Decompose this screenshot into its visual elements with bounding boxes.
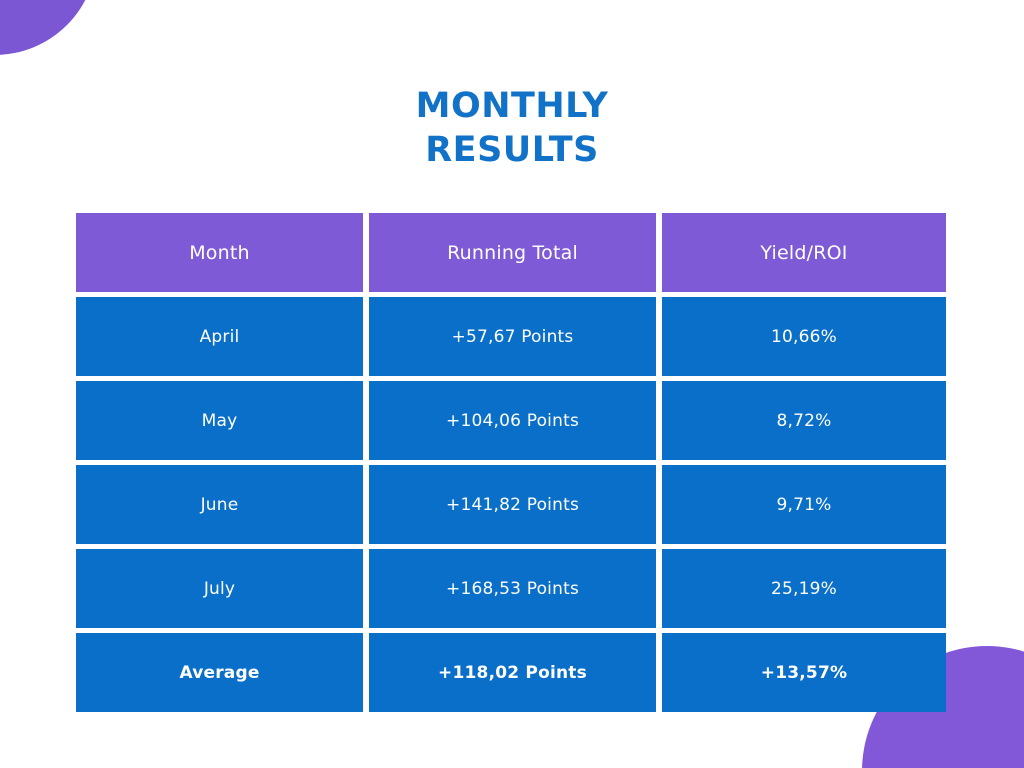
cell-yield-average: +13,57% — [662, 633, 946, 712]
cell-running-total-average: +118,02 Points — [369, 633, 656, 712]
title-line-2: RESULTS — [425, 130, 599, 170]
cell-running-total: +168,53 Points — [369, 549, 656, 628]
cell-yield: 10,66% — [662, 297, 946, 376]
title-line-1: MONTHLY — [415, 86, 609, 126]
column-header-yield-roi: Yield/ROI — [662, 213, 946, 292]
cell-yield: 9,71% — [662, 465, 946, 544]
cell-month: May — [76, 381, 363, 460]
cell-running-total: +57,67 Points — [369, 297, 656, 376]
cell-running-total: +104,06 Points — [369, 381, 656, 460]
cell-month-average: Average — [76, 633, 363, 712]
cell-month: July — [76, 549, 363, 628]
cell-running-total: +141,82 Points — [369, 465, 656, 544]
column-header-running-total: Running Total — [369, 213, 656, 292]
cell-month: June — [76, 465, 363, 544]
cell-yield: 8,72% — [662, 381, 946, 460]
page-title: MONTHLY RESULTS — [0, 84, 1024, 172]
table-row-average: Average +118,02 Points +13,57% — [76, 633, 946, 712]
decorative-corner-top-left — [0, 0, 97, 55]
table-row: July +168,53 Points 25,19% — [76, 549, 946, 628]
cell-yield: 25,19% — [662, 549, 946, 628]
slide-canvas: MONTHLY RESULTS Month Running Total Yiel… — [0, 0, 1024, 768]
table-row: April +57,67 Points 10,66% — [76, 297, 946, 376]
cell-month: April — [76, 297, 363, 376]
table-header-row: Month Running Total Yield/ROI — [76, 213, 946, 292]
monthly-results-table: Month Running Total Yield/ROI April +57,… — [76, 213, 946, 712]
table-row: May +104,06 Points 8,72% — [76, 381, 946, 460]
column-header-month: Month — [76, 213, 363, 292]
table-row: June +141,82 Points 9,71% — [76, 465, 946, 544]
